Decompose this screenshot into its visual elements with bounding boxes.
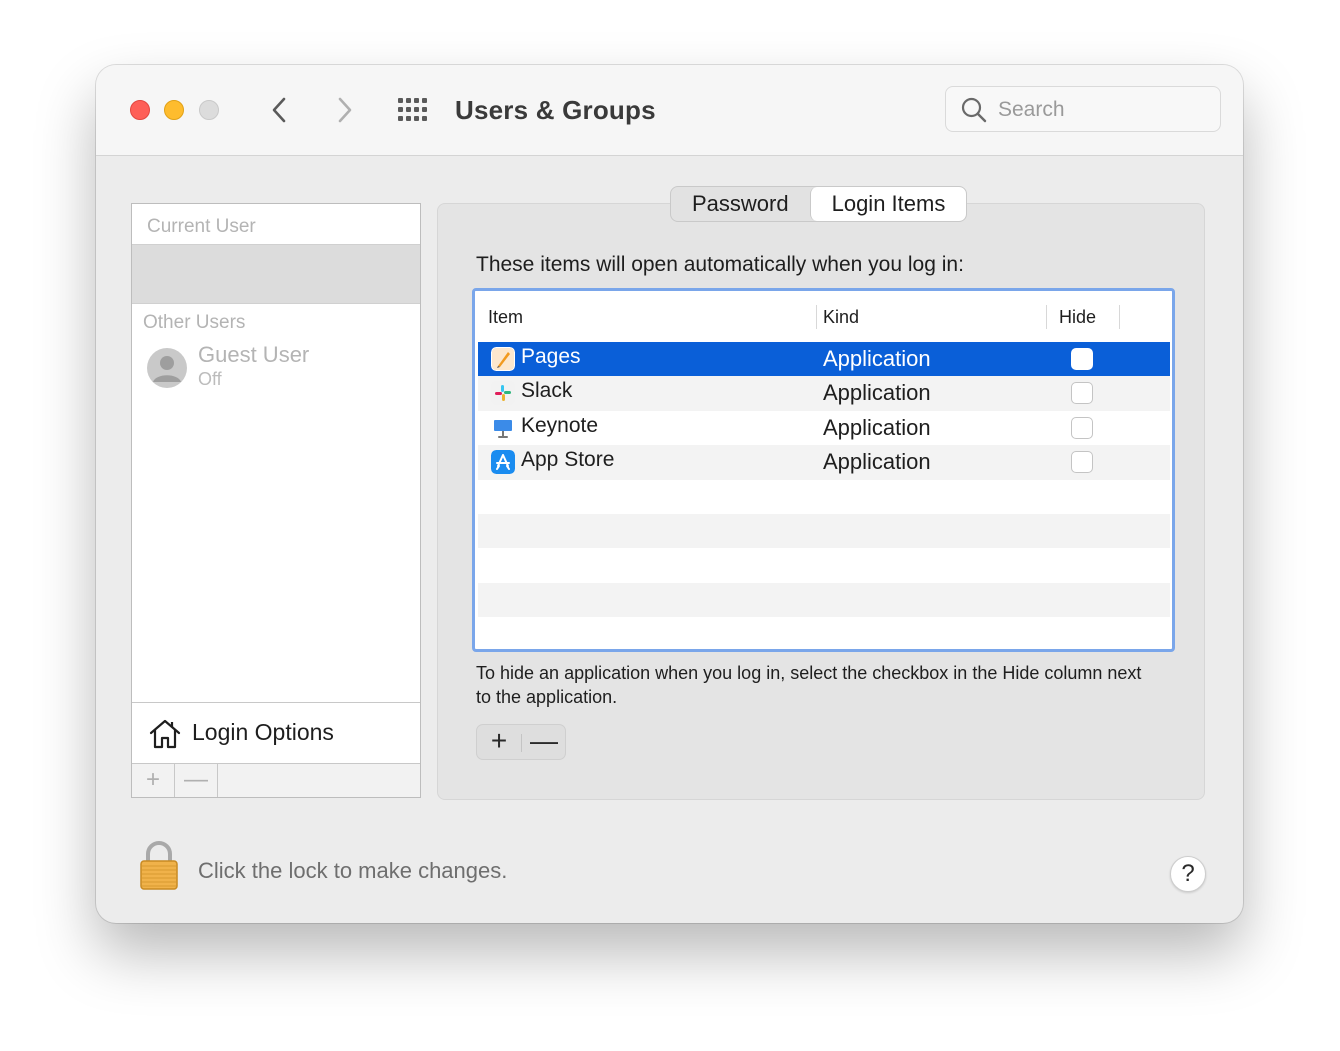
column-header-kind[interactable]: Kind: [823, 307, 859, 328]
tab-bar: Password Login Items: [670, 186, 968, 222]
search-icon: [961, 97, 987, 123]
pages-app-icon: [491, 347, 515, 371]
login-options-label: Login Options: [192, 719, 334, 745]
table-cell-item: Pages: [521, 345, 581, 368]
other-users-header: Other Users: [143, 312, 246, 333]
hide-checkbox[interactable]: [1071, 382, 1093, 405]
guest-user-name: Guest User: [198, 342, 310, 367]
system-preferences-window: Users & Groups Search Current User Other…: [96, 65, 1243, 923]
table-cell-item: Slack: [521, 379, 573, 403]
table-cell-kind: Application: [823, 380, 931, 406]
column-separator: [816, 305, 817, 329]
help-button[interactable]: ?: [1170, 856, 1206, 892]
grid-icon: [398, 98, 427, 121]
remove-login-item-button[interactable]: —: [522, 725, 566, 759]
login-item-buttons: + —: [476, 724, 566, 760]
table-row[interactable]: Keynote Application: [478, 411, 1170, 445]
search-placeholder: Search: [998, 98, 1065, 121]
keynote-app-icon: [491, 415, 515, 440]
empty-row: [478, 548, 1170, 582]
lock-icon[interactable]: [138, 840, 180, 892]
table-header: Item Kind Hide: [475, 291, 1172, 341]
column-separator: [1119, 305, 1120, 329]
current-user-header: Current User: [147, 216, 256, 237]
table-row[interactable]: Slack Application: [478, 376, 1170, 411]
add-user-button[interactable]: +: [132, 764, 175, 797]
zoom-window-button[interactable]: [199, 100, 219, 120]
table-row[interactable]: Pages Application: [478, 342, 1170, 377]
tab-login-items[interactable]: Login Items: [809, 187, 967, 221]
hide-checkbox[interactable]: [1071, 416, 1093, 439]
chevron-right-icon: [338, 97, 352, 123]
minimize-window-button[interactable]: [164, 100, 184, 120]
hide-hint-text: To hide an application when you log in, …: [476, 663, 1142, 707]
app-store-app-icon: [491, 450, 515, 475]
slack-app-icon: [491, 381, 515, 406]
forward-button[interactable]: [328, 93, 360, 127]
search-field[interactable]: Search: [945, 86, 1221, 132]
table-cell-item: Keynote: [521, 413, 599, 437]
hide-checkbox[interactable]: [1071, 451, 1093, 474]
lock-message: Click the lock to make changes.: [198, 858, 508, 883]
column-header-item[interactable]: Item: [488, 307, 523, 328]
empty-row: [478, 480, 1170, 514]
window-title: Users & Groups: [455, 95, 656, 125]
empty-row: [478, 617, 1170, 649]
add-login-item-button[interactable]: +: [477, 725, 521, 759]
table-body: Pages Application Slack Application Keyn…: [478, 342, 1170, 649]
current-user-row[interactable]: [132, 244, 420, 304]
empty-row: [478, 582, 1170, 618]
close-window-button[interactable]: [130, 100, 150, 120]
users-pane-footer: + —: [132, 763, 420, 797]
hide-checkbox[interactable]: [1071, 348, 1093, 370]
table-cell-kind: Application: [823, 449, 931, 475]
table-cell-kind: Application: [823, 414, 931, 440]
table-cell-item: App Store: [521, 448, 615, 472]
user-avatar-icon: [147, 348, 187, 388]
chevron-left-icon: [272, 97, 286, 123]
empty-row: [478, 513, 1170, 549]
login-items-table[interactable]: Item Kind Hide Pages Application Slack A…: [472, 288, 1175, 652]
back-button[interactable]: [264, 93, 296, 127]
show-all-button[interactable]: [396, 96, 432, 126]
column-header-hide[interactable]: Hide: [1059, 307, 1096, 328]
guest-user-status: Off: [198, 369, 222, 389]
login-items-intro: These items will open automatically when…: [476, 253, 964, 276]
table-cell-kind: Application: [823, 346, 931, 371]
title-bar: Users & Groups Search: [96, 65, 1243, 156]
column-separator: [1046, 305, 1047, 329]
login-options-row[interactable]: Login Options: [132, 702, 420, 763]
table-row[interactable]: App Store Application: [478, 445, 1170, 480]
users-list: Current User Other Users Guest User Off …: [131, 203, 421, 798]
tab-password[interactable]: Password: [671, 187, 810, 221]
remove-user-button[interactable]: —: [175, 764, 218, 797]
house-icon: [149, 719, 181, 749]
